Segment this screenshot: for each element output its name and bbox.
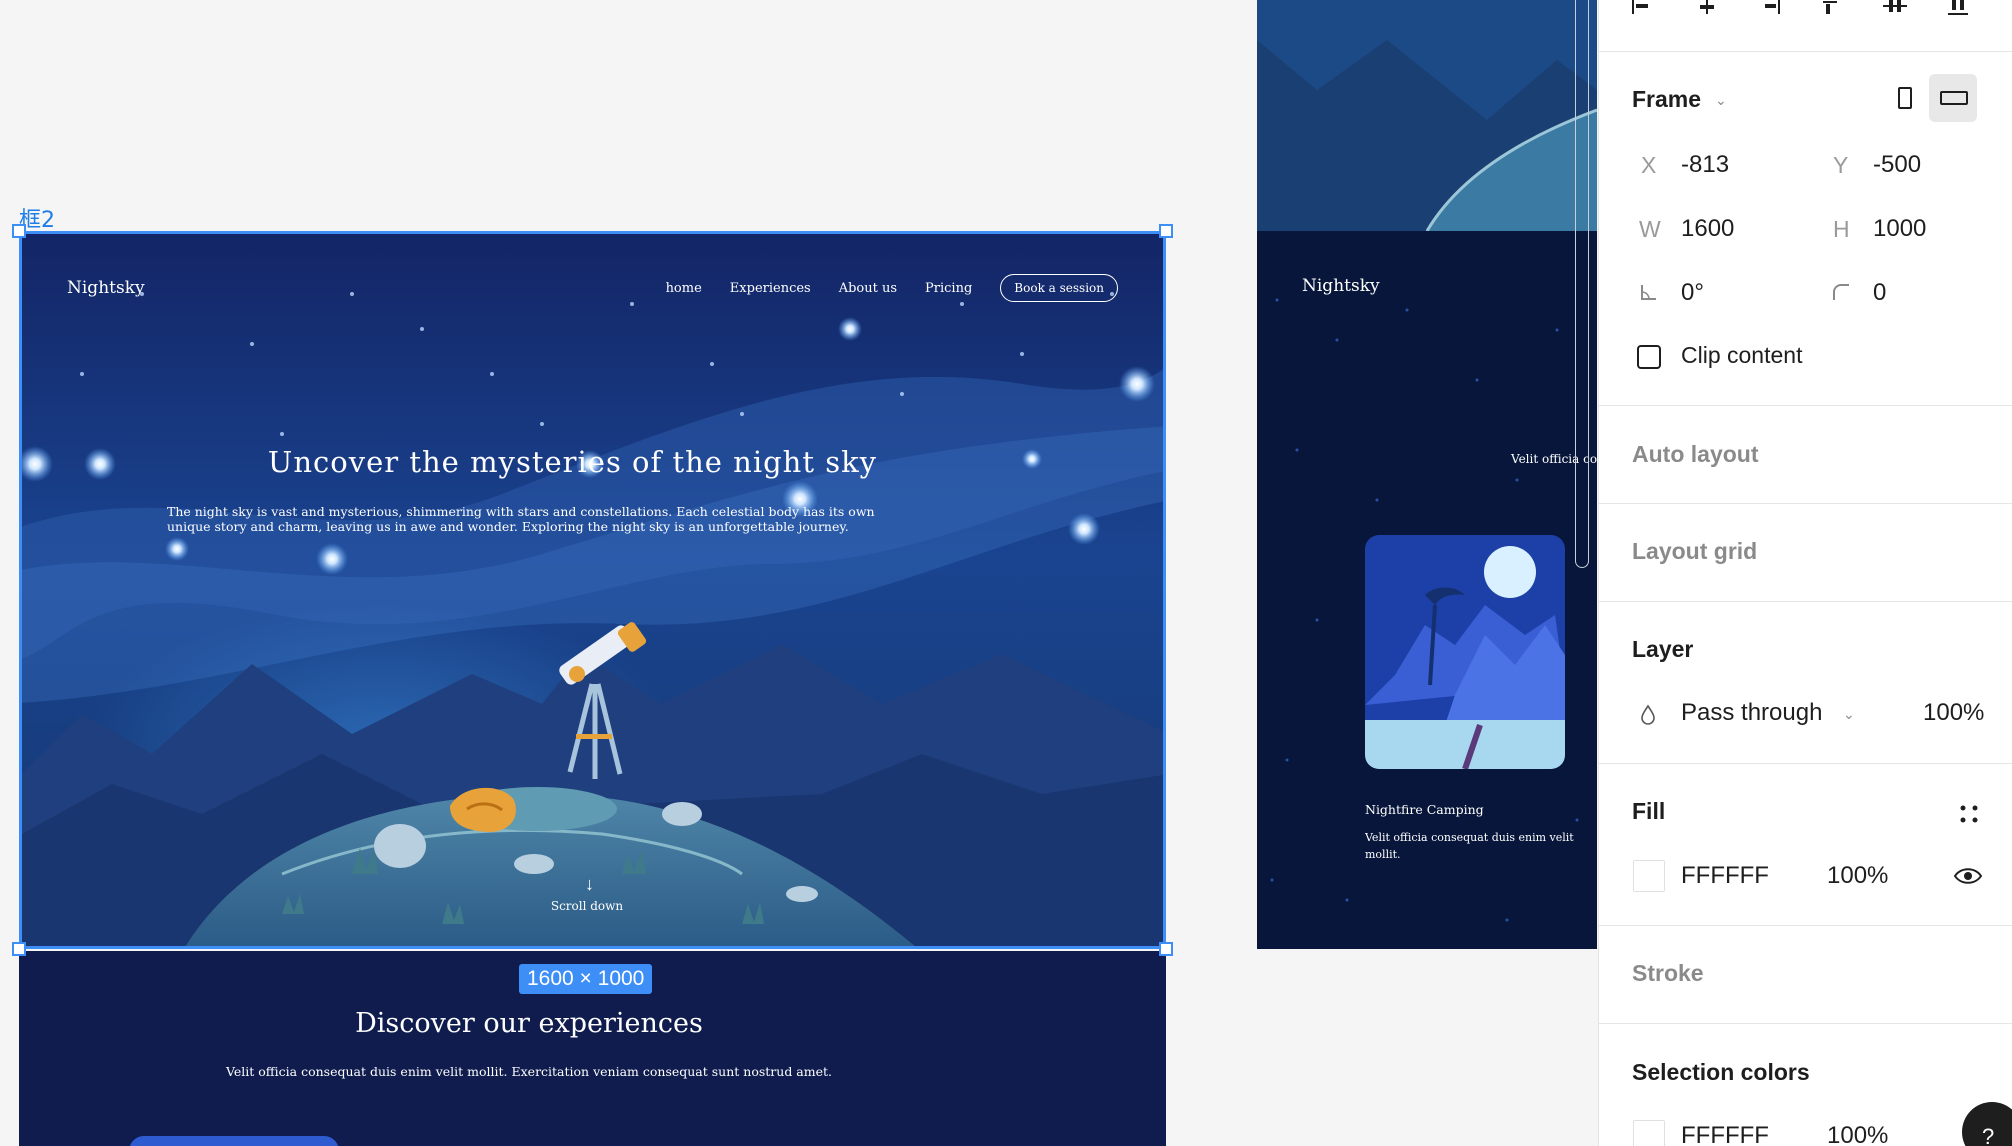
fill-section: Fill FFFFFF 100% [1599, 764, 2012, 926]
auto-layout-section[interactable]: Auto layout [1599, 406, 2012, 504]
section-title: Discover our experiences [355, 1008, 703, 1039]
width-input[interactable]: 1600 [1681, 215, 1734, 243]
corner-radius-input[interactable]: 0 [1873, 279, 1886, 307]
rotation-icon [1641, 285, 1656, 300]
resize-handle-bottom-right[interactable] [1159, 942, 1173, 956]
selection-colors-title: Selection colors [1632, 1059, 1810, 1085]
help-label: ? [1982, 1124, 1995, 1146]
adjacent-site-logo[interactable]: Nightsky [1302, 276, 1380, 296]
stroke-section[interactable]: Stroke [1599, 926, 2012, 1024]
book-session-button[interactable]: Book a session [1000, 274, 1118, 302]
align-left-icon[interactable] [1629, 0, 1657, 20]
fill-opacity-input[interactable]: 100% [1827, 862, 1888, 890]
camping-card-title: Nightfire Camping [1365, 802, 1484, 817]
align-horizontal-center-icon[interactable] [1693, 0, 1721, 20]
x-input[interactable]: -813 [1681, 151, 1729, 179]
layout-grid-title[interactable]: Layout grid [1632, 538, 1757, 565]
portrait-orientation-icon[interactable] [1881, 74, 1929, 122]
chevron-down-icon[interactable]: ⌄ [1843, 706, 1855, 723]
fill-title: Fill [1632, 798, 1666, 824]
auto-layout-title[interactable]: Auto layout [1632, 441, 1759, 468]
arrow-down-icon[interactable]: ↓ [585, 874, 594, 895]
clip-content-checkbox[interactable] [1637, 345, 1661, 369]
align-vertical-center-icon[interactable] [1881, 0, 1909, 20]
site-logo[interactable]: Nightsky [67, 278, 145, 298]
nav-link-about[interactable]: About us [839, 281, 897, 296]
styles-grid-icon[interactable] [1957, 802, 1981, 826]
eye-icon[interactable] [1953, 866, 1983, 886]
hero-title: Uncover the mysteries of the night sky [267, 445, 878, 479]
align-right-icon[interactable] [1757, 0, 1785, 20]
fill-hex-input[interactable]: FFFFFF [1681, 862, 1769, 890]
alignment-toolbar [1599, 0, 2012, 52]
selected-frame[interactable]: Nightsky home Experiences About us Prici… [19, 231, 1166, 949]
align-bottom-icon[interactable] [1944, 0, 1972, 20]
y-input[interactable]: -500 [1873, 151, 1921, 179]
properties-panel: Frame ⌄ X -813 Y -500 W 1600 H 1000 0° 0… [1598, 0, 2012, 1146]
y-label: Y [1833, 152, 1849, 178]
layer-section: Layer Pass through ⌄ 100% [1599, 602, 2012, 764]
adjacent-frame[interactable]: Nightsky Velit officia cons Nightfire Ca… [1257, 0, 1597, 949]
resize-handle-bottom-left[interactable] [12, 942, 26, 956]
layer-opacity-input[interactable]: 100% [1923, 699, 1984, 727]
nav-link-pricing[interactable]: Pricing [925, 281, 972, 296]
resize-handle-top-left[interactable] [12, 224, 26, 238]
selection-color-swatch[interactable] [1633, 1120, 1665, 1146]
frame-size-badge: 1600 × 1000 [519, 964, 653, 994]
experience-card-thumb [129, 1136, 339, 1146]
resize-handle-top-right[interactable] [1159, 224, 1173, 238]
selection-opacity-input[interactable]: 100% [1827, 1122, 1888, 1146]
selection-colors-section: Selection colors FFFFFF 100% [1599, 1024, 2012, 1146]
landscape-orientation-icon[interactable] [1929, 74, 1977, 122]
site-nav-links: home Experiences About us Pricing Book a… [666, 274, 1118, 302]
stroke-title[interactable]: Stroke [1632, 960, 1704, 987]
clip-content-label[interactable]: Clip content [1681, 342, 1802, 369]
nav-link-experiences[interactable]: Experiences [730, 281, 811, 296]
canvas-scrollbar[interactable] [1575, 0, 1589, 568]
layout-grid-section[interactable]: Layout grid [1599, 504, 2012, 602]
scroll-down-label[interactable]: Scroll down [22, 899, 1152, 913]
hero-illustration [22, 234, 1163, 946]
nav-link-home[interactable]: home [666, 281, 702, 296]
corner-radius-icon [1833, 284, 1849, 300]
frame-section: Frame ⌄ X -813 Y -500 W 1600 H 1000 0° 0… [1599, 52, 2012, 406]
x-label: X [1641, 152, 1657, 178]
height-input[interactable]: 1000 [1873, 215, 1926, 243]
align-top-icon[interactable] [1819, 0, 1847, 20]
site-navbar: Nightsky home Experiences About us Prici… [22, 274, 1163, 304]
frame-section-title[interactable]: Frame [1632, 86, 1701, 113]
fill-color-swatch[interactable] [1633, 860, 1665, 892]
hero-body: The night sky is vast and mysterious, sh… [167, 504, 875, 534]
blend-mode-select[interactable]: Pass through [1681, 699, 1822, 727]
layer-title: Layer [1632, 636, 1694, 662]
camping-card-image[interactable] [1365, 535, 1565, 769]
w-label: W [1639, 216, 1661, 242]
chevron-down-icon[interactable]: ⌄ [1715, 92, 1727, 109]
section-body: Velit officia consequat duis enim velit … [226, 1064, 832, 1079]
camping-card-body: Velit officia consequat duis enim velit … [1365, 831, 1574, 861]
blend-mode-drop-icon [1641, 704, 1655, 725]
h-label: H [1833, 216, 1850, 242]
rotation-input[interactable]: 0° [1681, 279, 1704, 307]
selection-hex-input[interactable]: FFFFFF [1681, 1122, 1769, 1146]
